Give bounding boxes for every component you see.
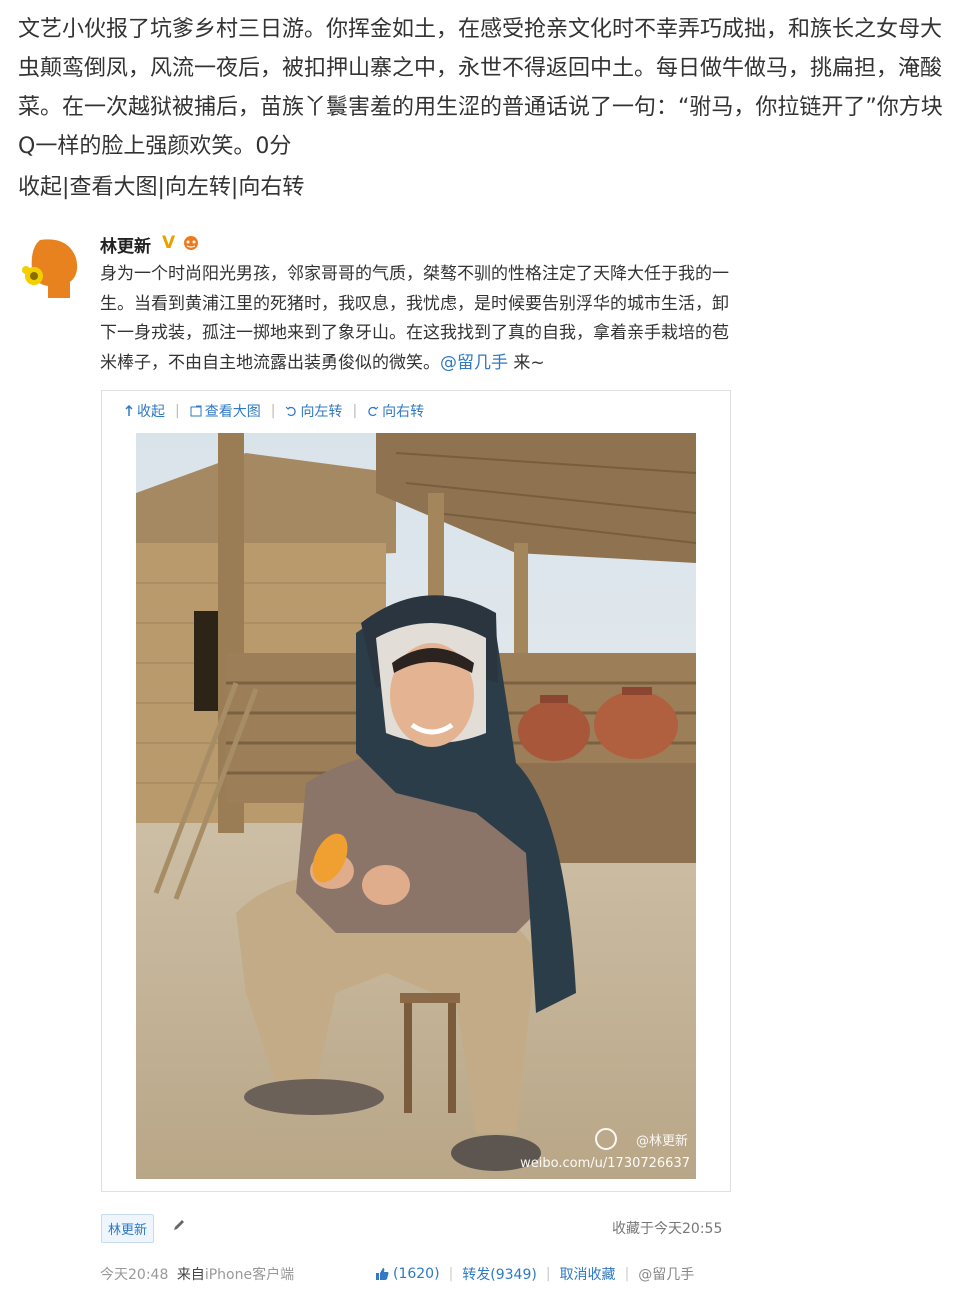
post-time[interactable]: 今天20:48 (100, 1267, 168, 1283)
post-actions: (1620) | 转发(9349) | 取消收藏 | @留几手 (375, 1264, 694, 1284)
top-view-large-link[interactable]: 查看大图 (69, 175, 157, 200)
divider: | (624, 1266, 630, 1282)
media-view-large-label: 查看大图 (204, 404, 261, 420)
comment-watermark: @留几手 (638, 1267, 695, 1283)
separator: | (157, 175, 165, 200)
media-collapse-label: 收起 (137, 404, 165, 420)
verified-badge-icon: V (162, 233, 176, 253)
media-box: 收起 | 查看大图 | 向左转 | 向右转 @林更新 weibo.com/u/1… (101, 390, 731, 1192)
post-trailing: 来~ (508, 352, 545, 373)
repost-button[interactable]: 转发(9349) (462, 1264, 537, 1284)
watermark-handle: @林更新 (635, 1134, 688, 1149)
divider: | (448, 1266, 454, 1282)
collapse-icon (125, 405, 133, 416)
post-body: 身为一个时尚阳光男孩，邻家哥哥的气质，桀骜不驯的性格注定了天降大任于我的一生。当… (100, 260, 740, 378)
post-photo[interactable]: @林更新 weibo.com/u/1730726637 (136, 433, 696, 1179)
watermark-url: weibo.com/u/1730726637 (520, 1156, 690, 1171)
client-link[interactable]: iPhone客户端 (205, 1267, 294, 1283)
divider: | (352, 403, 358, 419)
favorite-time: 收藏于今天20:55 (612, 1221, 723, 1237)
media-collapse-link[interactable]: 收起 (124, 401, 165, 421)
divider: | (175, 403, 180, 419)
top-rotate-right-link[interactable]: 向右转 (238, 175, 304, 200)
post-username[interactable]: 林更新 (100, 232, 151, 257)
from-prefix: 来自 (176, 1267, 205, 1283)
post-text: 身为一个时尚阳光男孩，邻家哥哥的气质，桀骜不驯的性格注定了天降大任于我的一生。当… (100, 264, 729, 373)
media-rotate-left-label: 向左转 (300, 404, 343, 420)
media-view-large-link[interactable]: 查看大图 (190, 401, 261, 421)
rotate-right-icon (368, 406, 379, 417)
top-image-actions: 收起|查看大图|向左转|向右转 (18, 169, 304, 201)
divider: | (545, 1266, 551, 1282)
photo-scene (136, 433, 696, 1179)
like-count: (1620) (393, 1266, 440, 1282)
top-collapse-link[interactable]: 收起 (18, 175, 62, 200)
media-rotate-right-link[interactable]: 向右转 (367, 401, 424, 421)
media-rotate-left-link[interactable]: 向左转 (285, 401, 342, 421)
like-button[interactable]: (1620) (375, 1266, 440, 1282)
crown-icon (184, 236, 198, 250)
media-rotate-right-label: 向右转 (382, 404, 425, 420)
unfavorite-button[interactable]: 取消收藏 (560, 1264, 616, 1284)
tag-label[interactable]: 林更新 (101, 1214, 155, 1243)
avatar[interactable] (20, 234, 80, 298)
divider: | (270, 403, 276, 419)
thumbs-up-icon (376, 1268, 389, 1280)
top-rotate-left-link[interactable]: 向左转 (165, 175, 231, 200)
mention-link[interactable]: @留几手 (440, 353, 508, 373)
media-actions: 收起 | 查看大图 | 向左转 | 向右转 (124, 401, 424, 421)
rotate-left-icon (286, 406, 297, 417)
post-source: 今天20:48 来自iPhone客户端 (100, 1264, 294, 1284)
top-comment-text: 文艺小伙报了坑爹乡村三日游。你挥金如土，在感受抢亲文化时不幸弄巧成拙，和族长之女… (18, 17, 943, 159)
edit-pencil-icon[interactable] (172, 1218, 186, 1232)
view-large-icon (190, 405, 202, 417)
